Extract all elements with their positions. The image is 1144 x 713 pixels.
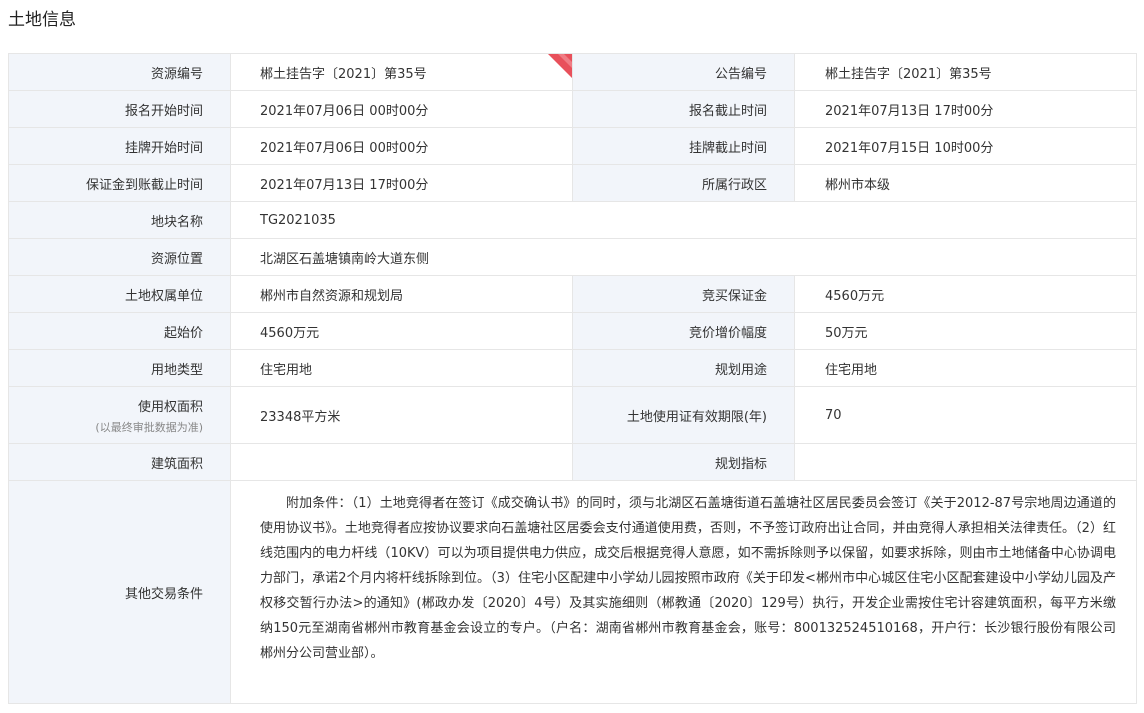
reg-start-label: 报名开始时间 [8, 90, 231, 128]
deposit-deadline-label: 保证金到账截止时间 [8, 164, 231, 202]
bid-deposit-label: 竞买保证金 [572, 275, 795, 313]
other-conditions-value: 附加条件：（1）土地竞得者在签订《成交确认书》的同时，须与北湖区石盖塘街道石盖塘… [230, 480, 1137, 704]
planning-index-label: 规划指标 [572, 443, 795, 481]
deposit-deadline-value: 2021年07月13日 17时00分 [230, 164, 573, 202]
area-label: 使用权面积 [137, 399, 203, 415]
area-value: 23348平方米 [230, 386, 573, 444]
reg-end-value: 2021年07月13日 17时00分 [794, 90, 1137, 128]
table-row: 地块名称 TG2021035 [8, 201, 1137, 239]
build-area-value [230, 443, 573, 481]
table-row: 挂牌开始时间 2021年07月06日 00时00分 挂牌截止时间 2021年07… [8, 127, 1137, 165]
owner-value: 郴州市自然资源和规划局 [230, 275, 573, 313]
build-area-label: 建筑面积 [8, 443, 231, 481]
table-row: 其他交易条件 附加条件：（1）土地竞得者在签订《成交确认书》的同时，须与北湖区石… [8, 480, 1137, 704]
planning-index-value [794, 443, 1137, 481]
table-row: 资源编号 郴土挂告字〔2021〕第35号 公告编号 郴土挂告字〔2021〕第35… [8, 53, 1137, 91]
location-value: 北湖区石盖塘镇南岭大道东侧 [230, 238, 1137, 276]
listing-end-label: 挂牌截止时间 [572, 127, 795, 165]
table-row: 起始价 4560万元 竞价增价幅度 50万元 [8, 312, 1137, 350]
reg-end-label: 报名截止时间 [572, 90, 795, 128]
area-note: (以最终审批数据为准) [95, 420, 203, 434]
resource-no-text: 郴土挂告字〔2021〕第35号 [260, 66, 427, 82]
district-value: 郴州市本级 [794, 164, 1137, 202]
corner-ribbon-icon [542, 54, 572, 84]
land-type-value: 住宅用地 [230, 349, 573, 387]
land-info-table: 资源编号 郴土挂告字〔2021〕第35号 公告编号 郴土挂告字〔2021〕第35… [8, 53, 1137, 704]
increment-label: 竞价增价幅度 [572, 312, 795, 350]
notice-no-value: 郴土挂告字〔2021〕第35号 [794, 53, 1137, 91]
planning-use-label: 规划用途 [572, 349, 795, 387]
land-type-label: 用地类型 [8, 349, 231, 387]
notice-no-label: 公告编号 [572, 53, 795, 91]
table-row: 保证金到账截止时间 2021年07月13日 17时00分 所属行政区 郴州市本级 [8, 164, 1137, 202]
resource-no-value: 郴土挂告字〔2021〕第35号 [230, 53, 573, 91]
table-row: 土地权属单位 郴州市自然资源和规划局 竞买保证金 4560万元 [8, 275, 1137, 313]
other-conditions-text: 附加条件：（1）土地竞得者在签订《成交确认书》的同时，须与北湖区石盖塘街道石盖塘… [260, 496, 1116, 661]
resource-no-label: 资源编号 [8, 53, 231, 91]
parcel-name-label: 地块名称 [8, 201, 231, 239]
listing-start-value: 2021年07月06日 00时00分 [230, 127, 573, 165]
table-row: 资源位置 北湖区石盖塘镇南岭大道东侧 [8, 238, 1137, 276]
start-price-value: 4560万元 [230, 312, 573, 350]
table-row: 建筑面积 规划指标 [8, 443, 1137, 481]
listing-end-value: 2021年07月15日 10时00分 [794, 127, 1137, 165]
table-row: 报名开始时间 2021年07月06日 00时00分 报名截止时间 2021年07… [8, 90, 1137, 128]
parcel-name-value: TG2021035 [230, 201, 1137, 239]
start-price-label: 起始价 [8, 312, 231, 350]
reg-start-value: 2021年07月06日 00时00分 [230, 90, 573, 128]
location-label: 资源位置 [8, 238, 231, 276]
cert-years-value: 70 [794, 386, 1137, 444]
increment-value: 50万元 [794, 312, 1137, 350]
other-conditions-label: 其他交易条件 [8, 480, 231, 704]
district-label: 所属行政区 [572, 164, 795, 202]
table-row: 使用权面积 (以最终审批数据为准) 23348平方米 土地使用证有效期限(年) … [8, 386, 1137, 444]
planning-use-value: 住宅用地 [794, 349, 1137, 387]
area-label-cell: 使用权面积 (以最终审批数据为准) [8, 386, 231, 444]
page-title: 土地信息 [8, 10, 76, 30]
table-row: 用地类型 住宅用地 规划用途 住宅用地 [8, 349, 1137, 387]
owner-label: 土地权属单位 [8, 275, 231, 313]
bid-deposit-value: 4560万元 [794, 275, 1137, 313]
listing-start-label: 挂牌开始时间 [8, 127, 231, 165]
cert-years-label: 土地使用证有效期限(年) [572, 386, 795, 444]
